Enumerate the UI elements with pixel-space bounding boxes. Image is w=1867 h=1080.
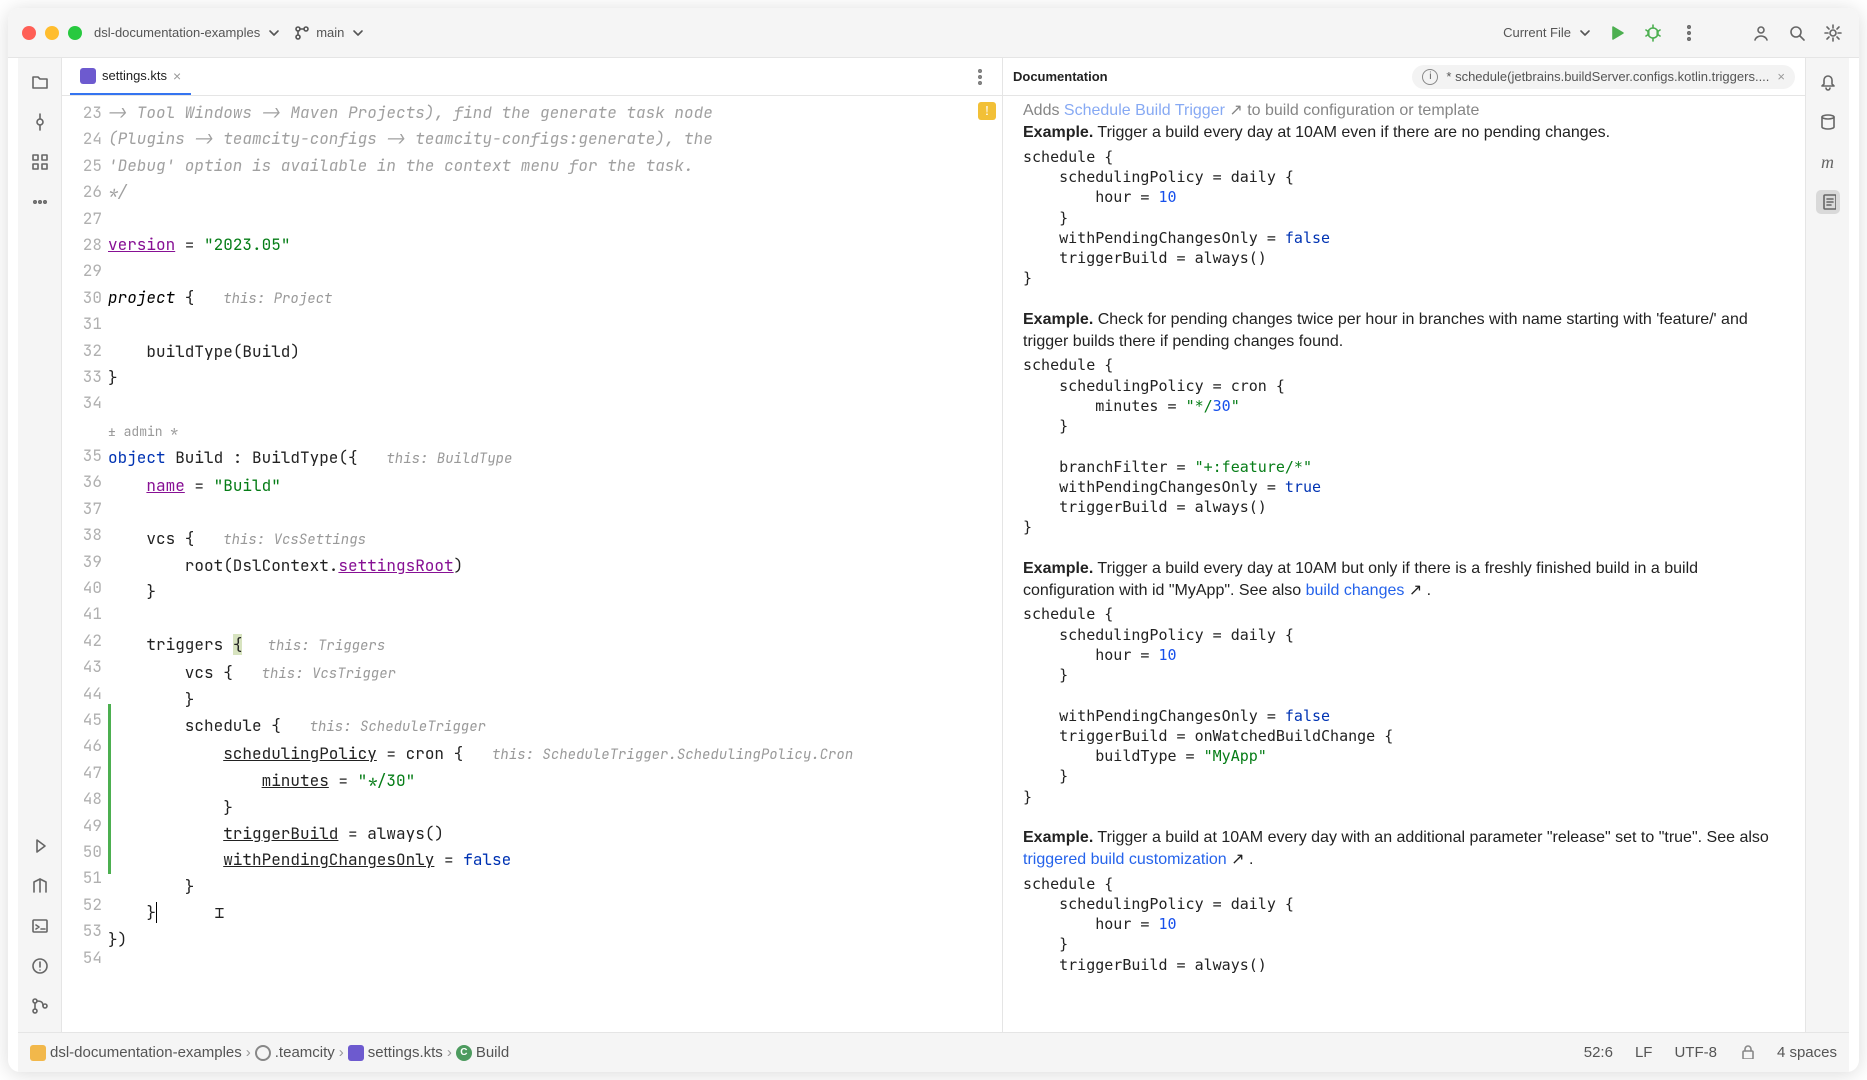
debug-button[interactable] bbox=[1641, 21, 1665, 45]
structure-tool-icon[interactable] bbox=[28, 150, 52, 174]
search-button[interactable] bbox=[1785, 21, 1809, 45]
doc-title: Documentation bbox=[1013, 69, 1108, 84]
schedule-trigger-link[interactable]: Schedule Build Trigger bbox=[1064, 102, 1225, 119]
run-config-label: Current File bbox=[1503, 25, 1571, 40]
chevron-down-icon bbox=[1577, 25, 1593, 41]
chevron-down-icon bbox=[350, 25, 366, 41]
vcs-branch[interactable]: main bbox=[294, 25, 366, 41]
branch-label: main bbox=[316, 25, 344, 40]
tab-settings-kts[interactable]: settings.kts × bbox=[70, 58, 191, 95]
commit-tool-icon[interactable] bbox=[28, 110, 52, 134]
caret-position[interactable]: 52:6 bbox=[1584, 1044, 1613, 1061]
run-config-selector[interactable]: Current File bbox=[1503, 25, 1593, 41]
info-icon: i bbox=[1422, 69, 1438, 85]
tab-menu-icon[interactable] bbox=[968, 65, 992, 89]
doc-context-chip[interactable]: i * schedule(jetbrains.buildServer.confi… bbox=[1412, 65, 1795, 89]
build-tool-icon[interactable] bbox=[28, 874, 52, 898]
gutter: 2324252627282930313233343536373839404142… bbox=[62, 96, 108, 1032]
services-tool-icon[interactable] bbox=[28, 834, 52, 858]
triggered-build-link[interactable]: triggered build customization bbox=[1023, 851, 1227, 868]
left-tool-rail bbox=[18, 58, 62, 1032]
settings-button[interactable] bbox=[1821, 21, 1845, 45]
maven-tool-icon[interactable]: m bbox=[1816, 150, 1840, 174]
kotlin-file-icon bbox=[80, 68, 96, 84]
readonly-lock-icon[interactable] bbox=[1739, 1043, 1755, 1063]
zoom-window-icon[interactable] bbox=[68, 26, 82, 40]
more-actions-button[interactable] bbox=[1677, 21, 1701, 45]
close-tab-icon[interactable]: × bbox=[173, 68, 181, 84]
project-tool-icon[interactable] bbox=[28, 70, 52, 94]
close-window-icon[interactable] bbox=[22, 26, 36, 40]
line-separator[interactable]: LF bbox=[1635, 1044, 1653, 1061]
branch-icon bbox=[294, 25, 310, 41]
run-button[interactable] bbox=[1605, 21, 1629, 45]
window-controls bbox=[22, 26, 82, 40]
folder-icon bbox=[30, 1045, 46, 1061]
class-icon: C bbox=[456, 1045, 472, 1061]
code-with-me-button[interactable] bbox=[1749, 21, 1773, 45]
doc-body[interactable]: Adds Schedule Build Trigger ↗ to build c… bbox=[1003, 96, 1805, 1032]
documentation-tool-icon[interactable] bbox=[1816, 190, 1840, 214]
documentation-pane: Documentation i * schedule(jetbrains.bui… bbox=[1003, 58, 1805, 1032]
doc-code-3: schedule { schedulingPolicy = daily { ho… bbox=[1023, 604, 1785, 807]
doc-chip-label: * schedule(jetbrains.buildServer.configs… bbox=[1446, 69, 1769, 84]
change-marker bbox=[108, 704, 111, 874]
doc-code-2: schedule { schedulingPolicy = cron { min… bbox=[1023, 355, 1785, 537]
doc-code-4: schedule { schedulingPolicy = daily { ho… bbox=[1023, 874, 1785, 975]
file-encoding[interactable]: UTF-8 bbox=[1674, 1044, 1717, 1061]
notifications-icon[interactable] bbox=[1816, 70, 1840, 94]
tab-label: settings.kts bbox=[102, 68, 167, 83]
editor[interactable]: ! 23242526272829303132333435363738394041… bbox=[62, 96, 1002, 1032]
terminal-tool-icon[interactable] bbox=[28, 914, 52, 938]
editor-pane: settings.kts × ! 23242526272829303132333… bbox=[62, 58, 1003, 1032]
close-chip-icon[interactable]: × bbox=[1777, 69, 1785, 84]
titlebar: dsl-documentation-examples main Current … bbox=[8, 8, 1859, 58]
database-tool-icon[interactable] bbox=[1816, 110, 1840, 134]
chevron-down-icon bbox=[266, 25, 282, 41]
doc-header: Documentation i * schedule(jetbrains.bui… bbox=[1003, 58, 1805, 96]
breadcrumb[interactable]: dsl-documentation-examples › .teamcity ›… bbox=[30, 1044, 509, 1061]
caret bbox=[156, 902, 157, 923]
more-tools-icon[interactable] bbox=[28, 190, 52, 214]
right-tool-rail: m bbox=[1805, 58, 1849, 1032]
problems-tool-icon[interactable] bbox=[28, 954, 52, 978]
minimize-window-icon[interactable] bbox=[45, 26, 59, 40]
editor-tabs: settings.kts × bbox=[62, 58, 1002, 96]
folder-icon bbox=[255, 1045, 271, 1061]
statusbar: dsl-documentation-examples › .teamcity ›… bbox=[18, 1032, 1849, 1072]
doc-code-1: schedule { schedulingPolicy = daily { ho… bbox=[1023, 147, 1785, 289]
project-name[interactable]: dsl-documentation-examples bbox=[94, 25, 282, 41]
build-changes-link[interactable]: build changes bbox=[1306, 582, 1405, 599]
indent-settings[interactable]: 4 spaces bbox=[1777, 1044, 1837, 1061]
project-label: dsl-documentation-examples bbox=[94, 25, 260, 40]
kotlin-file-icon bbox=[348, 1045, 364, 1061]
code-area[interactable]: -> Tool Windows -> Maven Projects), find… bbox=[108, 96, 1002, 1032]
vcs-tool-icon[interactable] bbox=[28, 994, 52, 1018]
